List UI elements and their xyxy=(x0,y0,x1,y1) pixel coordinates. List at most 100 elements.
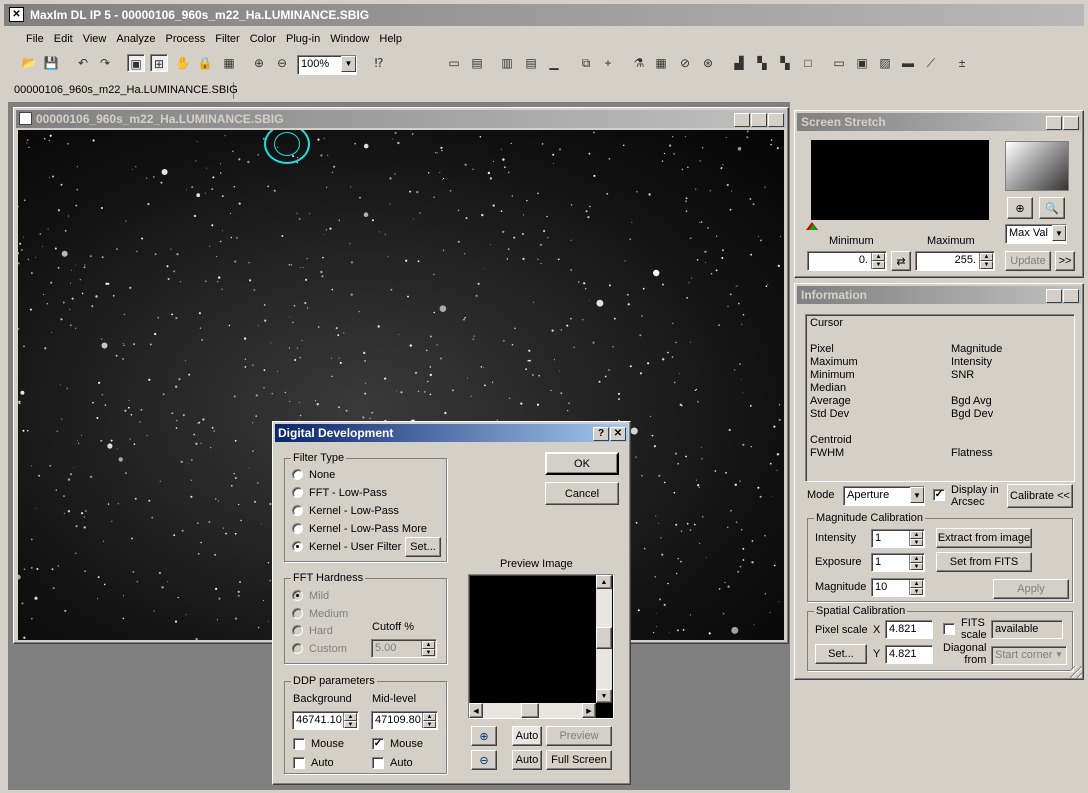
stretch-zoom-in-button[interactable]: ⊕ xyxy=(1007,197,1033,219)
preview-zoom-in-button[interactable]: ⊕ xyxy=(471,726,497,746)
preview-image[interactable] xyxy=(468,574,614,719)
hardness-hard-radio[interactable] xyxy=(292,625,303,636)
hscroll-thumb[interactable] xyxy=(521,703,539,718)
filter-kernel-lowpass-radio[interactable] xyxy=(292,505,303,516)
preview-button[interactable]: Preview xyxy=(546,726,612,746)
flask-icon[interactable]: ⚗ xyxy=(630,54,648,72)
close-button[interactable]: ✕ xyxy=(768,113,784,127)
save-icon[interactable]: 💾 xyxy=(42,54,60,72)
preview-vscroll[interactable]: ▲ ▼ xyxy=(596,575,612,703)
update-button[interactable]: Update xyxy=(1005,251,1051,271)
grid-icon[interactable]: ▦ xyxy=(652,54,670,72)
start-corner-select[interactable]: Start corner ▼ xyxy=(991,646,1067,665)
calibrate-button[interactable]: Calibrate << xyxy=(1007,484,1073,508)
max-marker-icon[interactable] xyxy=(809,224,817,230)
help-button[interactable]: ? xyxy=(1046,116,1062,130)
hardness-custom-radio[interactable] xyxy=(292,643,303,654)
redo-icon[interactable]: ↷ xyxy=(96,54,114,72)
midlevel-mouse-checkbox[interactable]: ✓ xyxy=(372,738,384,750)
close-button[interactable]: ✕ xyxy=(1063,289,1079,303)
background-mouse-checkbox[interactable] xyxy=(293,738,305,750)
menu-color[interactable]: Color xyxy=(250,33,276,49)
filter-kernel-more-radio[interactable] xyxy=(292,523,303,534)
curve-icon[interactable]: ⟋ xyxy=(922,54,940,72)
preview-zoom-out-button[interactable]: ⊖ xyxy=(471,750,497,770)
filter-user-radio[interactable] xyxy=(292,541,303,552)
help-button[interactable]: ? xyxy=(1046,289,1062,303)
menu-view[interactable]: View xyxy=(83,33,107,49)
tool-icon-9[interactable]: ▣ xyxy=(853,54,871,72)
tool-icon-4[interactable]: ▤ xyxy=(522,54,540,72)
zoom-out-icon[interactable]: ⊖ xyxy=(273,54,291,72)
scroll-down-button[interactable]: ▼ xyxy=(596,689,612,703)
filter-set-button[interactable]: Set... xyxy=(405,537,441,557)
maximum-spinner[interactable]: ▲ ▼ xyxy=(979,253,993,269)
set-from-fits-button[interactable]: Set from FITS xyxy=(936,552,1032,572)
menu-edit[interactable]: Edit xyxy=(54,33,73,49)
pixel-scale-y-field[interactable]: 4.821 xyxy=(885,645,933,664)
full-screen-button[interactable]: Full Screen xyxy=(546,750,612,770)
menu-analyze[interactable]: Analyze xyxy=(116,33,155,49)
stretch-zoom-out-button[interactable]: 🔍 xyxy=(1039,197,1065,219)
swap-button[interactable]: ⇄ xyxy=(891,251,911,271)
tool-icon-11[interactable]: ▬ xyxy=(899,54,917,72)
close-button[interactable]: ✕ xyxy=(610,427,626,441)
circle-icon-2[interactable]: ⊛ xyxy=(699,54,717,72)
apply-button[interactable]: Apply xyxy=(993,579,1069,599)
resize-grip-icon[interactable] xyxy=(1070,666,1082,678)
more-button[interactable]: >> xyxy=(1055,251,1075,271)
close-button[interactable]: ✕ xyxy=(1063,116,1079,130)
menu-file[interactable]: File xyxy=(26,33,44,49)
menu-window[interactable]: Window xyxy=(330,33,369,49)
minimum-spinner[interactable]: ▲ ▼ xyxy=(871,253,885,269)
tool-icon-7[interactable]: ▚ xyxy=(776,54,794,72)
intensity-spinner[interactable]: ▲ ▼ xyxy=(909,531,923,546)
menu-plugin[interactable]: Plug-in xyxy=(286,33,320,49)
help-button[interactable]: ? xyxy=(593,427,609,441)
magnitude-spinner[interactable]: ▲ ▼ xyxy=(909,580,923,595)
minimize-button[interactable]: _ xyxy=(734,113,750,127)
copy-icon[interactable]: ⧉ xyxy=(577,54,595,72)
tool-icon-1[interactable]: ▭ xyxy=(445,54,463,72)
maximize-button[interactable]: □ xyxy=(751,113,767,127)
undo-icon[interactable]: ↶ xyxy=(74,54,92,72)
ok-button[interactable]: OK xyxy=(545,452,619,475)
select-icon[interactable]: ▣ xyxy=(127,54,145,72)
display-arcsec-checkbox[interactable]: ✓ xyxy=(933,489,945,501)
plus-icon[interactable]: + xyxy=(599,54,617,72)
filter-none-radio[interactable] xyxy=(292,469,303,480)
tool-icon-3[interactable]: ▥ xyxy=(498,54,516,72)
spatial-set-button[interactable]: Set... xyxy=(815,644,867,664)
zoom-in-icon[interactable]: ⊕ xyxy=(250,54,268,72)
fits-scale-checkbox[interactable] xyxy=(943,623,955,635)
document-tab[interactable]: 00000106_960s_m22_Ha.LUMINANCE.SBIG xyxy=(10,82,238,99)
menu-help[interactable]: Help xyxy=(379,33,402,49)
background-spinner[interactable]: ▲ ▼ xyxy=(343,713,357,728)
histogram-display[interactable] xyxy=(811,140,989,220)
hand-icon[interactable]: ✋ xyxy=(174,54,192,72)
tool-icon-2[interactable]: ▤ xyxy=(468,54,486,72)
lock-icon[interactable]: 🔒 xyxy=(196,54,214,72)
auto-button[interactable]: Auto xyxy=(512,750,542,770)
extract-from-image-button[interactable]: Extract from image xyxy=(936,528,1032,548)
square-icon[interactable]: □ xyxy=(799,54,817,72)
crosshair-icon[interactable]: ⊞ xyxy=(150,54,168,72)
menu-filter[interactable]: Filter xyxy=(215,33,239,49)
tool-icon-6[interactable]: ▚ xyxy=(753,54,771,72)
scroll-up-button[interactable]: ▲ xyxy=(596,575,612,589)
hardness-mild-radio[interactable] xyxy=(292,590,303,601)
tool-icon-5[interactable]: ▁ xyxy=(545,54,563,72)
cutoff-spinner[interactable]: ▲ ▼ xyxy=(421,641,435,656)
filter-fft-radio[interactable] xyxy=(292,487,303,498)
mode-select[interactable]: Aperture ▼ xyxy=(843,486,925,506)
circle-icon-1[interactable]: ⊘ xyxy=(676,54,694,72)
tool-icon-10[interactable]: ▨ xyxy=(876,54,894,72)
preview-hscroll[interactable]: ◀ ▶ xyxy=(469,703,596,718)
stretch-mode-select[interactable]: Max Val ▼ xyxy=(1005,224,1067,244)
properties-icon[interactable]: ▦ xyxy=(220,54,238,72)
tool-icon-12[interactable]: ± xyxy=(953,54,971,72)
zoom-select[interactable]: 100% ▼ xyxy=(297,55,357,75)
help-pointer-icon[interactable]: ⁉ xyxy=(370,54,388,72)
preview-auto-toggle[interactable]: Auto xyxy=(512,726,542,746)
pixel-scale-x-field[interactable]: 4.821 xyxy=(885,620,933,639)
